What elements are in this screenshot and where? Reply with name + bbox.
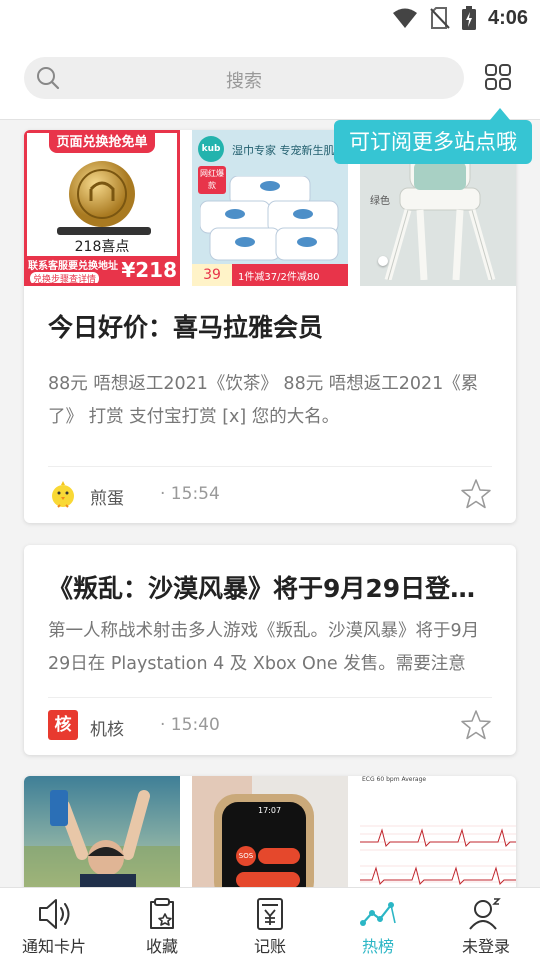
article-card[interactable]: 17:07 SOS ECG 60 bpm Average — [24, 776, 516, 896]
thumb-price: ¥218 — [121, 258, 177, 282]
thumbnail-image: 17:07 SOS — [192, 776, 348, 896]
nav-label: 未登录 — [461, 937, 510, 956]
publish-time: · 15:54 — [160, 484, 220, 504]
article-footer: 核 机核 · 15:40 — [48, 697, 492, 755]
publish-time: · 15:40 — [160, 715, 220, 735]
trend-chart-icon — [360, 902, 396, 926]
status-bar: 4:06 — [0, 0, 540, 38]
status-icons: 4:06 — [392, 6, 528, 30]
star-icon[interactable] — [460, 709, 492, 741]
thumbnail-image — [24, 776, 180, 896]
nav-not-logged-in[interactable]: 未登录 — [432, 888, 540, 960]
subscribe-tooltip[interactable]: 可订阅更多站点哦 — [334, 108, 532, 164]
article-title[interactable]: 今日好价：喜马拉雅会员 — [48, 308, 492, 344]
nav-hot-list[interactable]: 热榜 — [324, 888, 432, 960]
article-summary: 第一人称战术射击多人游戏《叛乱。沙漠风暴》将于9月29日在 Playstatio… — [48, 621, 480, 674]
thumbnail-image: kub 湿巾专家 专宠新生肌 网红爆款 39 1件减37/2件减80 — [192, 130, 348, 286]
bottom-navigation: 通知卡片 收藏 记账 热榜 未登录 — [0, 887, 540, 960]
jihe-logo-icon: 核 — [48, 710, 78, 740]
thumb-price-label: 218喜点 — [74, 239, 130, 255]
thumb-price-bar: 39 1件减37/2件减80 — [192, 264, 348, 286]
status-time: 4:06 — [487, 6, 528, 29]
card-thumbnails: 17:07 SOS ECG 60 bpm Average — [24, 776, 516, 896]
watch-sos-badge: SOS — [236, 846, 256, 866]
chick-icon — [52, 481, 74, 508]
watch-slider-2 — [236, 872, 300, 888]
speaker-icon — [39, 899, 70, 929]
article-card[interactable]: 《叛乱：沙漠风暴》将于9月29日登… 第一人称战术射击多人游戏《叛乱。沙漠风暴》… — [24, 545, 516, 755]
thumb-bottom-banner-text: 联系客服要兑换地址 — [28, 261, 118, 272]
article-footer: 煎蛋 · 15:54 — [48, 466, 492, 523]
battery-charging-icon — [461, 6, 476, 30]
nav-notification-cards[interactable]: 通知卡片 — [0, 888, 108, 960]
athlete-photo — [24, 790, 180, 896]
watch-slider — [258, 848, 300, 864]
user-sleep-icon — [469, 898, 501, 930]
ecg-chart-image — [360, 825, 516, 891]
thumbnail-image: 页面兑换抢免单 218喜点 联系客服要兑换地址 兑换步骤查详情 ¥218 — [24, 130, 180, 286]
thumb-bottom-banner: 联系客服要兑换地址 兑换步骤查详情 ¥218 — [27, 256, 177, 283]
thumb-top-banner: 页面兑换抢免单 — [49, 133, 155, 153]
article-summary: 88元 唔想返工2021《饮茶》 88元 唔想返工2021《累了》 打赏 支付宝… — [48, 374, 479, 427]
ledger-yen-icon — [257, 898, 283, 930]
source-name[interactable]: 煎蛋 — [90, 484, 124, 509]
nav-ledger[interactable]: 记账 — [216, 888, 324, 960]
thumb-headline: 湿巾专家 专宠新生肌 — [232, 144, 335, 157]
watch-time: 17:07 — [258, 806, 282, 815]
thumb-price-value: 39 — [192, 264, 232, 286]
clipboard-star-icon — [150, 898, 174, 929]
medal-base — [57, 227, 151, 235]
wipes-package-image — [200, 176, 339, 261]
ecg-header: ECG 60 bpm Average — [362, 776, 427, 783]
nav-label: 记账 — [253, 937, 286, 956]
thumb-bottom-sub: 兑换步骤查详情 — [30, 272, 100, 283]
ball-decoration — [378, 256, 388, 266]
thumb-promo: 1件减37/2件减80 — [238, 272, 320, 283]
brand-logo: kub — [198, 136, 224, 162]
high-chair-image — [384, 150, 496, 280]
wifi-icon — [392, 8, 417, 28]
search-header: 搜索 — [0, 38, 540, 120]
thumbnail-image: ECG 60 bpm Average — [360, 776, 516, 896]
star-icon[interactable] — [460, 478, 492, 510]
nav-label: 收藏 — [145, 937, 178, 956]
nav-label: 通知卡片 — [21, 937, 86, 956]
medal-icon — [69, 161, 135, 227]
search-input[interactable]: 搜索 — [24, 57, 464, 99]
no-sim-icon — [430, 7, 450, 29]
source-name[interactable]: 机核 — [90, 715, 124, 740]
search-placeholder: 搜索 — [226, 71, 262, 92]
grid-menu-icon[interactable] — [484, 63, 512, 91]
article-card[interactable]: 页面兑换抢免单 218喜点 联系客服要兑换地址 兑换步骤查详情 ¥218 kub… — [24, 130, 516, 523]
article-title[interactable]: 《叛乱：沙漠风暴》将于9月29日登… — [48, 569, 492, 605]
nav-favorites[interactable]: 收藏 — [108, 888, 216, 960]
nav-label: 热榜 — [361, 937, 394, 956]
